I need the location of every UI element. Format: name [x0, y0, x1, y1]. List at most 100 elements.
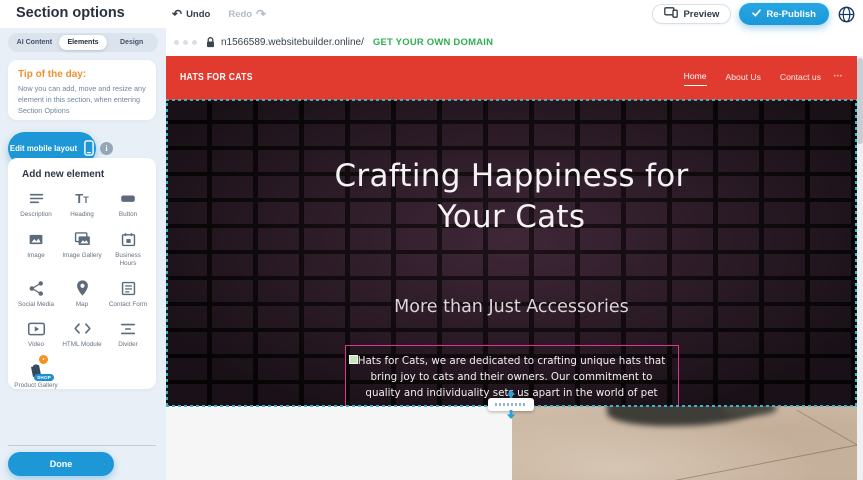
redo-icon: ↷: [256, 8, 266, 20]
undo-label: Undo: [186, 9, 210, 20]
lock-icon: [206, 37, 215, 48]
preview-button[interactable]: Preview: [652, 4, 731, 24]
section-left-boundary: [166, 100, 168, 406]
add-element-divider[interactable]: Divider: [105, 319, 151, 349]
hero-heading-line1: Crafting Happiness for: [334, 158, 688, 194]
tab-design[interactable]: Design: [107, 35, 156, 50]
undo-redo-group: ↶ Undo Redo ↷: [172, 0, 266, 28]
description-icon: [28, 189, 45, 208]
html-module-icon: [73, 319, 92, 338]
hero-heading[interactable]: Crafting Happiness for Your Cats: [166, 156, 857, 238]
page-title: Section options: [16, 5, 125, 21]
image-gallery-icon: [73, 230, 92, 249]
element-label: Contact Form: [109, 301, 147, 309]
image-icon: [27, 230, 45, 249]
product-gallery-icon: •SHOP: [28, 360, 44, 379]
element-label: Divider: [118, 341, 138, 349]
element-label: Product Gallery: [14, 382, 57, 390]
window-control-dots: [174, 40, 197, 45]
info-icon[interactable]: i: [100, 142, 113, 155]
edit-mobile-label: Edit mobile layout: [10, 144, 77, 153]
section-right-boundary: [855, 100, 857, 406]
redo-button[interactable]: Redo ↷: [228, 8, 266, 20]
sand-photo[interactable]: [512, 406, 857, 480]
address-bar-url[interactable]: n1566589.websitebuilder.online/: [221, 37, 364, 48]
republish-label: Re-Publish: [766, 9, 816, 20]
app-window: Section options ↶ Undo Redo ↷ Preview: [0, 0, 863, 480]
preview-scrollbar-thumb[interactable]: [857, 58, 863, 144]
element-label: Heading: [70, 211, 93, 219]
tip-title: Tip of the day:: [18, 69, 146, 80]
republish-button[interactable]: Re-Publish: [739, 3, 829, 25]
devices-icon: [664, 7, 678, 21]
add-element-product-gallery[interactable]: •SHOP Product Gallery: [13, 360, 59, 390]
section-resize-handle[interactable]: [488, 391, 534, 418]
add-element-heading[interactable]: TT Heading: [59, 189, 105, 219]
site-logo[interactable]: HATS FOR CATS: [180, 71, 253, 83]
done-button[interactable]: Done: [8, 452, 114, 476]
element-drag-handle[interactable]: [349, 355, 358, 364]
add-element-button[interactable]: Button: [105, 189, 151, 219]
resize-down-arrow: [506, 410, 516, 419]
add-element-map[interactable]: Map: [59, 279, 105, 309]
heading-icon: TT: [75, 189, 88, 208]
contact-form-icon: [120, 279, 137, 298]
element-label: Video: [28, 341, 44, 349]
tip-card: Tip of the day: Now you can add, move an…: [8, 60, 156, 120]
nav-item-home[interactable]: Home: [684, 71, 707, 86]
topbar-actions: Preview Re-Publish: [652, 0, 855, 28]
site-preview: HATS FOR CATS Home About Us Contact us •••…: [166, 56, 863, 480]
preview-scrollbar: [857, 56, 863, 480]
globe-icon[interactable]: [837, 5, 855, 23]
add-element-contact-form[interactable]: Contact Form: [105, 279, 151, 309]
pavement-crack: [634, 440, 857, 480]
add-element-title: Add new element: [22, 169, 151, 180]
nav-item-about-us[interactable]: About Us: [726, 72, 761, 84]
hero-heading-line2: Your Cats: [438, 199, 586, 235]
element-label: Image: [27, 252, 45, 260]
video-icon: [27, 319, 46, 338]
element-label: Description: [20, 211, 52, 219]
site-nav: Home About Us Contact us: [684, 56, 821, 100]
element-label: Image Gallery: [62, 252, 101, 260]
add-element-description[interactable]: Description: [13, 189, 59, 219]
element-label: Business Hours: [106, 252, 150, 268]
site-header[interactable]: HATS FOR CATS Home About Us Contact us •••: [166, 56, 857, 100]
hero-subheading[interactable]: More than Just Accessories: [166, 297, 857, 317]
nav-item-contact-us[interactable]: Contact us: [780, 72, 821, 84]
tab-ai-content[interactable]: AI Content: [10, 35, 59, 50]
redo-label: Redo: [228, 9, 252, 20]
map-icon: [75, 279, 90, 298]
sidebar: AI ContentElementsDesign Tip of the day:…: [0, 28, 166, 480]
element-grid: Description TT Heading Button Image Image Gal…: [13, 189, 151, 390]
add-element-card: Add new element Description TT Heading Butt…: [8, 158, 156, 389]
phone-icon: [84, 140, 94, 158]
add-element-social-media[interactable]: Social Media: [13, 279, 59, 309]
topbar: Section options ↶ Undo Redo ↷ Preview: [0, 0, 863, 28]
check-icon: [752, 9, 761, 20]
add-element-business-hours[interactable]: Business Hours: [105, 230, 151, 268]
preview-label: Preview: [683, 9, 719, 20]
element-label: Map: [76, 301, 88, 309]
undo-button[interactable]: ↶ Undo: [172, 8, 210, 20]
divider-icon: [119, 319, 137, 338]
add-element-image-gallery[interactable]: Image Gallery: [59, 230, 105, 268]
shop-badge: SHOP: [34, 374, 54, 381]
button-icon: [119, 189, 137, 208]
tip-body: Now you can add, move and resize any ele…: [18, 84, 146, 117]
promo-badge-icon: •: [39, 355, 48, 364]
section-start-boundary[interactable]: [166, 99, 857, 101]
element-label: Button: [119, 211, 137, 219]
add-element-video[interactable]: Video: [13, 319, 59, 349]
add-element-html-module[interactable]: HTML Module: [59, 319, 105, 349]
nav-more-menu[interactable]: •••: [834, 74, 843, 80]
hero-section[interactable]: Crafting Happiness for Your Cats More th…: [166, 100, 857, 406]
get-domain-link[interactable]: GET YOUR OWN DOMAIN: [373, 37, 493, 48]
tab-elements[interactable]: Elements: [59, 35, 108, 50]
sidebar-divider: [8, 445, 156, 446]
add-element-image[interactable]: Image: [13, 230, 59, 268]
business-hours-icon: [120, 230, 137, 249]
social-media-icon: [28, 279, 45, 298]
undo-icon: ↶: [172, 8, 182, 20]
browser-chrome: n1566589.websitebuilder.online/ GET YOUR…: [166, 28, 863, 56]
